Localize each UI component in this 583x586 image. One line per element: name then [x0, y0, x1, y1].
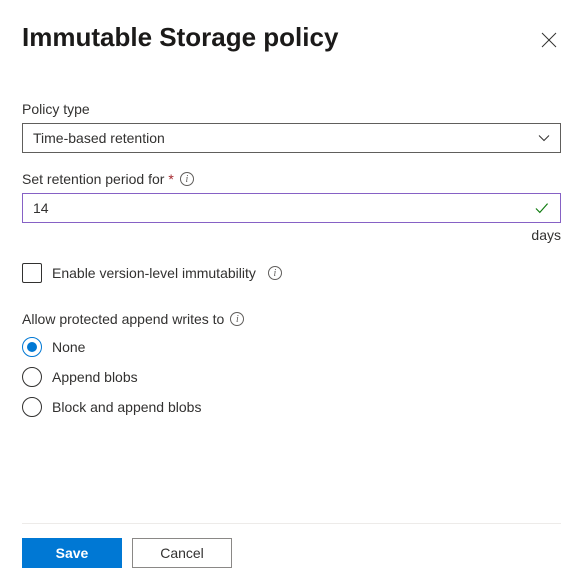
close-icon [541, 32, 557, 48]
version-level-row[interactable]: Enable version-level immutability i [22, 263, 561, 283]
info-icon[interactable]: i [230, 312, 244, 326]
append-writes-field: Allow protected append writes to i None … [22, 311, 561, 417]
radio-option-none[interactable]: None [22, 337, 561, 357]
retention-label-row: Set retention period for * i [22, 171, 561, 187]
version-level-label: Enable version-level immutability [52, 265, 256, 281]
retention-input[interactable] [33, 200, 534, 216]
append-writes-radio-group: None Append blobs Block and append blobs [22, 337, 561, 417]
retention-unit: days [22, 227, 561, 243]
radio-label: None [52, 339, 85, 355]
retention-label: Set retention period for [22, 171, 164, 187]
panel-footer: Save Cancel [22, 523, 561, 568]
policy-type-select[interactable]: Time-based retention [22, 123, 561, 153]
radio-button[interactable] [22, 367, 42, 387]
chevron-down-icon [538, 132, 550, 144]
version-level-checkbox[interactable] [22, 263, 42, 283]
radio-button[interactable] [22, 397, 42, 417]
append-writes-label: Allow protected append writes to [22, 311, 224, 327]
close-button[interactable] [537, 28, 561, 52]
radio-button[interactable] [22, 337, 42, 357]
checkmark-icon [534, 200, 550, 216]
cancel-button[interactable]: Cancel [132, 538, 232, 568]
radio-option-append[interactable]: Append blobs [22, 367, 561, 387]
policy-type-value: Time-based retention [33, 130, 165, 146]
panel-title: Immutable Storage policy [22, 22, 338, 53]
policy-type-field: Policy type Time-based retention [22, 101, 561, 153]
save-button[interactable]: Save [22, 538, 122, 568]
retention-input-wrapper [22, 193, 561, 223]
radio-option-block-append[interactable]: Block and append blobs [22, 397, 561, 417]
radio-label: Append blobs [52, 369, 138, 385]
info-icon[interactable]: i [268, 266, 282, 280]
append-writes-label-row: Allow protected append writes to i [22, 311, 561, 327]
retention-field: Set retention period for * i days [22, 171, 561, 243]
radio-label: Block and append blobs [52, 399, 201, 415]
info-icon[interactable]: i [180, 172, 194, 186]
panel-header: Immutable Storage policy [22, 22, 561, 53]
policy-type-label: Policy type [22, 101, 561, 117]
required-mark: * [168, 171, 173, 187]
